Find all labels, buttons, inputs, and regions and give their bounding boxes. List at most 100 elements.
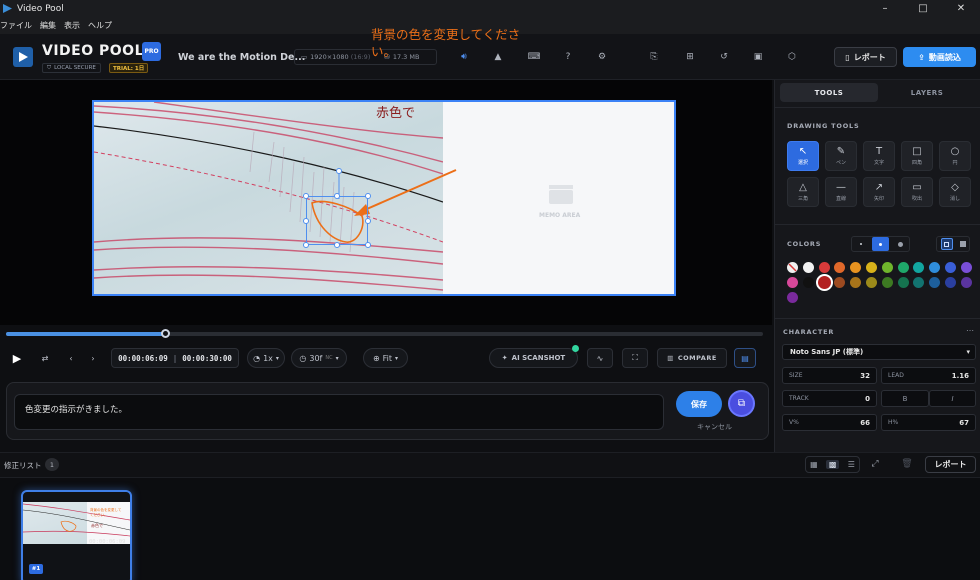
save-icon[interactable]: ▣ [752,51,764,63]
menu-file[interactable]: ファイル [0,20,32,31]
stroke-mode-icon[interactable] [940,238,953,250]
grid-large-icon[interactable]: ▦ [810,460,818,469]
color-swatch[interactable] [802,262,814,273]
maximize-icon[interactable]: □ [904,0,942,17]
tool-triangle[interactable]: △ 三角 [787,177,819,207]
menu-help[interactable]: ヘルプ [88,20,112,31]
color-swatch[interactable] [897,262,909,273]
font-size-field[interactable]: SIZE 32 [782,367,877,384]
close-icon[interactable]: ✕ [942,0,980,17]
tab-layers[interactable]: LAYERS [878,83,976,102]
tab-tools[interactable]: TOOLS [780,83,878,102]
chevron-down-icon: ▾ [395,354,399,362]
resize-handle-t[interactable] [334,193,340,199]
status-dot [572,345,579,352]
list-view-icon[interactable]: ☰ [848,460,855,469]
keyboard-icon[interactable]: ⌨ [528,51,541,63]
vertical-scale-field[interactable]: V% 66 [782,414,877,431]
italic-toggle[interactable]: I [929,390,976,407]
resize-handle-bl[interactable] [303,242,309,248]
color-swatch[interactable] [787,277,798,288]
tool-rectangle[interactable]: □ 四角 [901,141,933,171]
brush-size-large[interactable] [893,241,907,247]
annotation-red-text[interactable]: 赤色で [376,102,415,121]
tool-eraser[interactable]: ◇ 消し [939,177,971,207]
timeline-track[interactable] [6,329,763,338]
selected-color-swatch[interactable] [815,274,833,291]
memo-area[interactable]: MEMO AREA [443,102,674,294]
trash-icon[interactable]: 🗑︎ [900,457,914,471]
expand-icon[interactable]: ⤢ [868,457,882,471]
tool-arrow[interactable]: ↗ 矢印 [863,177,895,207]
help-icon[interactable]: ? [562,51,574,63]
bottom-report-button[interactable]: レポート [925,456,976,473]
more-options-icon[interactable]: ⋯ [966,326,974,335]
tool-pen[interactable]: ✎ ペン [825,141,857,171]
brush-size-small[interactable] [854,243,868,245]
color-swatch[interactable] [818,262,830,273]
color-swatch[interactable] [881,262,893,273]
color-swatch[interactable] [960,262,972,273]
correction-thumbnail[interactable]: 背景の色を変更して ください。 赤色で 00:00:06:09 #1 [21,490,132,580]
color-swatch[interactable] [945,277,956,288]
package-icon[interactable]: ⬡ [786,51,798,63]
import-icon[interactable]: ⊞ [684,51,696,63]
tool-text[interactable]: T 文字 [863,141,895,171]
color-swatch[interactable] [802,277,814,288]
upload-video-button[interactable]: ⇪ 動画読込 [903,47,976,67]
comment-input[interactable]: 色変更の指示がきました。 [14,394,664,430]
history-icon[interactable]: ↺ [718,51,730,63]
next-frame-icon[interactable]: › [86,348,100,368]
tool-line[interactable]: — 直線 [825,177,857,207]
selection-box[interactable] [306,196,368,245]
ai-scanshot-button[interactable]: ✦ AI SCANSHOT [489,348,578,368]
resize-handle-tl[interactable] [303,193,309,199]
font-family-select[interactable]: Noto Sans JP (標準) ▾ [782,344,976,360]
color-swatch[interactable] [866,262,877,273]
annotation-orange-text[interactable]: 背景の色を変更してください。 [371,26,521,60]
minimize-icon[interactable]: – [866,0,904,17]
copy-button[interactable]: ⧉ [728,390,755,417]
waveform-button[interactable]: ∿ [587,348,613,368]
line-height-field[interactable]: LEAD 1.16 [881,367,976,384]
save-button[interactable]: 保存 [676,391,722,417]
color-swatch[interactable] [881,277,893,288]
layout-toggle-button[interactable]: ▤ [734,348,756,368]
color-swatch[interactable] [897,277,909,288]
resize-handle-r[interactable] [365,218,371,224]
cancel-link[interactable]: キャンセル [697,422,732,432]
compare-button[interactable]: ▥ COMPARE [657,348,727,368]
report-button[interactable]: ▯ レポート [834,47,897,67]
color-swatch[interactable] [866,277,877,288]
resize-handle-tr[interactable] [365,193,371,199]
color-swatch[interactable] [945,262,956,273]
resize-handle-l[interactable] [303,218,309,224]
tool-select[interactable]: ↖ 選択 [787,141,819,171]
loop-icon[interactable]: ⇄ [36,348,54,368]
grid-small-icon[interactable]: ▩ [825,460,840,469]
gear-icon[interactable]: ⚙ [596,51,608,63]
resize-handle-br[interactable] [365,242,371,248]
monitor-icon: ▭ [301,53,308,61]
timeline-playhead[interactable] [160,329,170,338]
tracking-field[interactable]: TRACK 0 [782,390,877,407]
color-swatch[interactable] [787,292,798,303]
resize-handle-b[interactable] [334,242,340,248]
menu-edit[interactable]: 編集 [40,20,56,31]
tool-callout[interactable]: ▭ 吹出 [901,177,933,207]
zoom-select[interactable]: ⊕ Fit ▾ [363,348,408,368]
horizontal-scale-field[interactable]: H% 67 [881,414,976,431]
fill-mode-icon[interactable] [959,241,966,247]
brush-size-medium[interactable] [872,237,889,251]
tool-circle[interactable]: ○ 円 [939,141,971,171]
no-color-swatch[interactable] [787,262,798,273]
color-swatch[interactable] [960,277,972,288]
prev-frame-icon[interactable]: ‹ [64,348,78,368]
export-file-icon[interactable]: ⎘ [648,51,660,63]
play-button[interactable]: ▶ [8,348,26,368]
bold-toggle[interactable]: B [881,390,929,407]
menu-view[interactable]: 表示 [64,20,80,31]
fullscreen-button[interactable]: ⛶ [622,348,648,368]
fps-select[interactable]: ◷ 30f NC ▾ [291,348,347,368]
speed-select[interactable]: ◔ 1x ▾ [247,348,285,368]
